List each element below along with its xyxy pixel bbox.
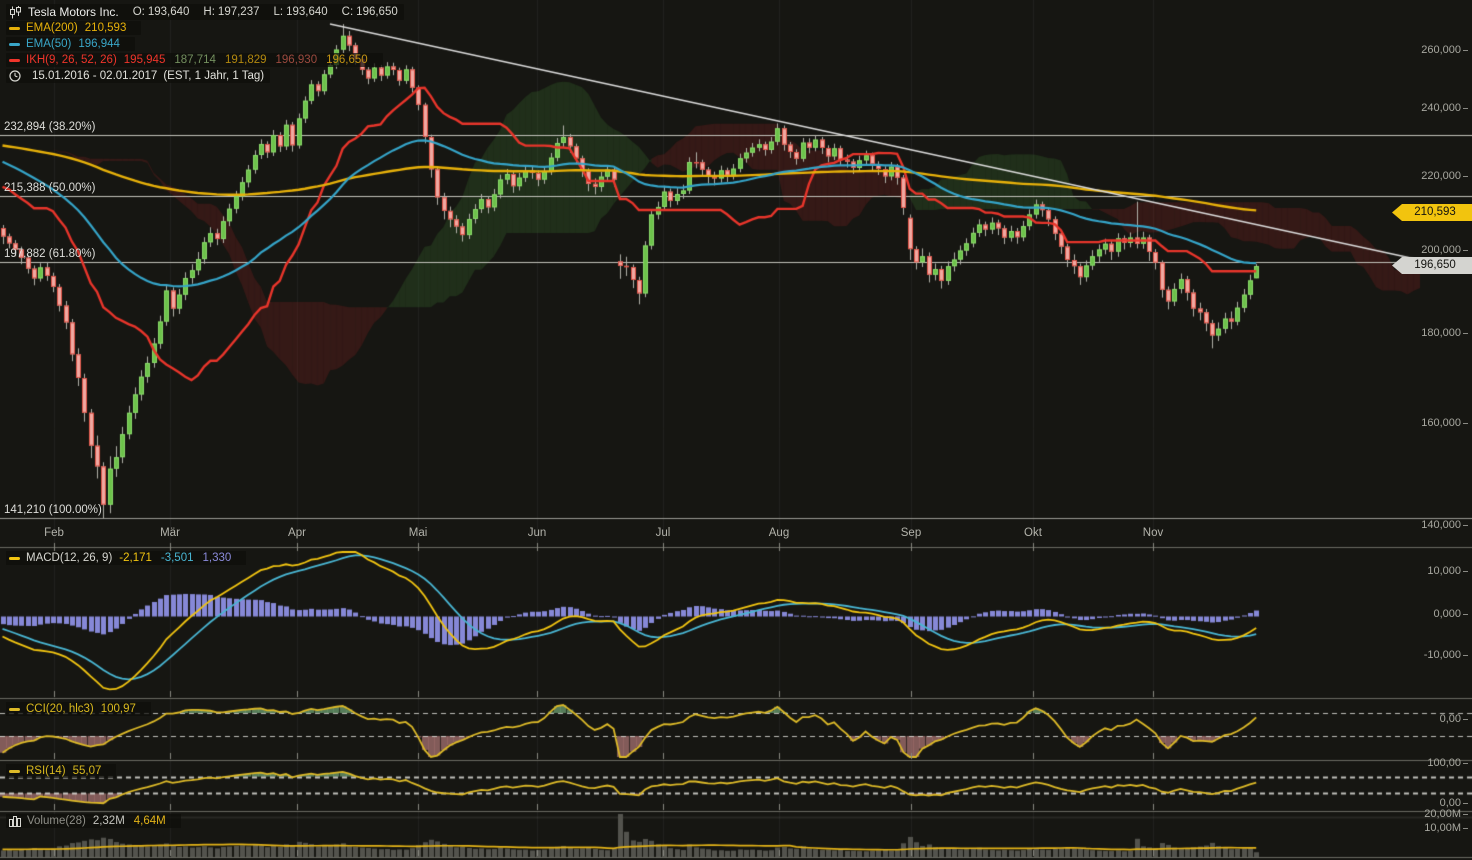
price-tick-label: 240,000	[1421, 102, 1461, 114]
clock-icon	[9, 70, 21, 82]
macd-tick-label: 10,000	[1427, 565, 1461, 577]
ema200-value-0: 210,593	[85, 22, 127, 34]
macd-legend[interactable]: MACD(12, 26, 9) -2,171 -3,501 1,330	[6, 551, 246, 565]
legend-ikh-row[interactable]: IKH(9, 26, 52, 26) 195,945 187,714 191,829 1…	[6, 52, 404, 68]
macd-value: -2,171	[119, 552, 152, 564]
cci-marker	[9, 708, 20, 711]
rsi-marker	[9, 770, 20, 773]
macd-hist-value: 1,330	[203, 552, 232, 564]
open-value: O:193,640	[133, 6, 190, 18]
rsi-name: RSI(14)	[26, 765, 66, 777]
ikh-value-3: 196,930	[276, 54, 318, 66]
rsi-legend[interactable]: RSI(14) 55,07	[6, 764, 116, 778]
ikh-value-4: 196,650	[326, 54, 368, 66]
ema200-label: EMA(200)	[26, 22, 78, 34]
ema50-marker-icon	[9, 43, 20, 46]
month-label-jun: Jun	[528, 527, 547, 539]
legend-ema200-row[interactable]: EMA(200) 210,593	[6, 20, 404, 36]
charting-application: Tesla Motors Inc. O:193,640 H:197,237 L:…	[0, 0, 1472, 860]
ikh-value-0: 195,945	[124, 54, 166, 66]
month-label-mär: Mär	[160, 527, 180, 539]
ema50-label: EMA(50)	[26, 38, 71, 50]
price-tick-label: 180,000	[1421, 327, 1461, 339]
month-label-okt: Okt	[1024, 527, 1042, 539]
price-tick-label: 260,000	[1421, 44, 1461, 56]
ohlc-readout: O:193,640 H:197,237 L:193,640 C:196,650	[133, 6, 398, 18]
last-price-badge: 196,650	[1392, 257, 1472, 274]
ikh-marker-icon	[9, 59, 20, 62]
volume-current-value: 2,32M	[93, 815, 125, 827]
low-value: L:193,640	[274, 6, 328, 18]
volume-bars-icon	[9, 815, 22, 827]
month-label-apr: Apr	[288, 527, 306, 539]
macd-tick-label: 0,000	[1433, 608, 1461, 620]
price-tick-label: 160,000	[1421, 417, 1461, 429]
macd-marker	[9, 557, 20, 560]
chart-header: Tesla Motors Inc. O:193,640 H:197,237 L:…	[6, 4, 404, 84]
price-tick-label: 220,000	[1421, 170, 1461, 182]
cci-legend[interactable]: CCI(20, hlc3) 100,97	[6, 702, 151, 716]
volume-tick-label: 20,00M	[1424, 808, 1461, 820]
ema200-marker-icon	[9, 27, 20, 30]
ema200-price-badge: 210,593	[1392, 204, 1472, 221]
symbol-row: Tesla Motors Inc. O:193,640 H:197,237 L:…	[6, 4, 404, 20]
volume-tick-label: 10,00M	[1424, 822, 1461, 834]
period-detail: (EST, 1 Jahr, 1 Tag)	[163, 70, 264, 82]
close-value: C:196,650	[342, 6, 398, 18]
macd-signal-value: -3,501	[161, 552, 194, 564]
rsi-value: 55,07	[73, 765, 102, 777]
month-label-jul: Jul	[656, 527, 671, 539]
period-range: 15.01.2016 - 02.01.2017	[32, 70, 157, 82]
ema50-value-0: 196,944	[78, 38, 120, 50]
indicator-legends: EMA(200) 210,593 EMA(50) 196,944 IKH(9, 26, …	[6, 20, 404, 68]
price-tick-label: 140,000	[1421, 519, 1461, 531]
fib-level-label: 232,894 (38.20%)	[4, 121, 95, 133]
rsi-tick-label: 100,00	[1427, 757, 1461, 769]
month-label-feb: Feb	[44, 527, 64, 539]
volume-ma-value: 4,64M	[134, 815, 166, 827]
period-row: 15.01.2016 - 02.01.2017 (EST, 1 Jahr, 1 …	[6, 68, 404, 84]
macd-tick-label: -10,000	[1424, 649, 1461, 661]
candlestick-icon	[9, 6, 23, 19]
ikh-value-1: 187,714	[174, 54, 216, 66]
month-label-sep: Sep	[901, 527, 921, 539]
ikh-label: IKH(9, 26, 52, 26)	[26, 54, 117, 66]
macd-name: MACD(12, 26, 9)	[26, 552, 112, 564]
high-value: H:197,237	[203, 6, 259, 18]
cci-value: 100,97	[101, 703, 136, 715]
fib-level-label: 141,210 (100.00%)	[4, 504, 102, 516]
month-label-nov: Nov	[1143, 527, 1163, 539]
ikh-value-2: 191,829	[225, 54, 267, 66]
month-label-aug: Aug	[769, 527, 789, 539]
fib-level-label: 215,388 (50.00%)	[4, 182, 95, 194]
volume-legend[interactable]: Volume(28) 2,32M 4,64M	[6, 814, 181, 828]
cci-tick-label: 0,00	[1440, 713, 1461, 725]
symbol-title: Tesla Motors Inc.	[28, 5, 119, 19]
cci-name: CCI(20, hlc3)	[26, 703, 94, 715]
legend-ema50-row[interactable]: EMA(50) 196,944	[6, 36, 404, 52]
price-chart-canvas[interactable]	[0, 0, 1472, 860]
price-tick-label: 200,000	[1421, 244, 1461, 256]
volume-name: Volume(28)	[27, 815, 86, 827]
month-label-mai: Mai	[409, 527, 428, 539]
fib-level-label: 197,882 (61.80%)	[4, 248, 95, 260]
